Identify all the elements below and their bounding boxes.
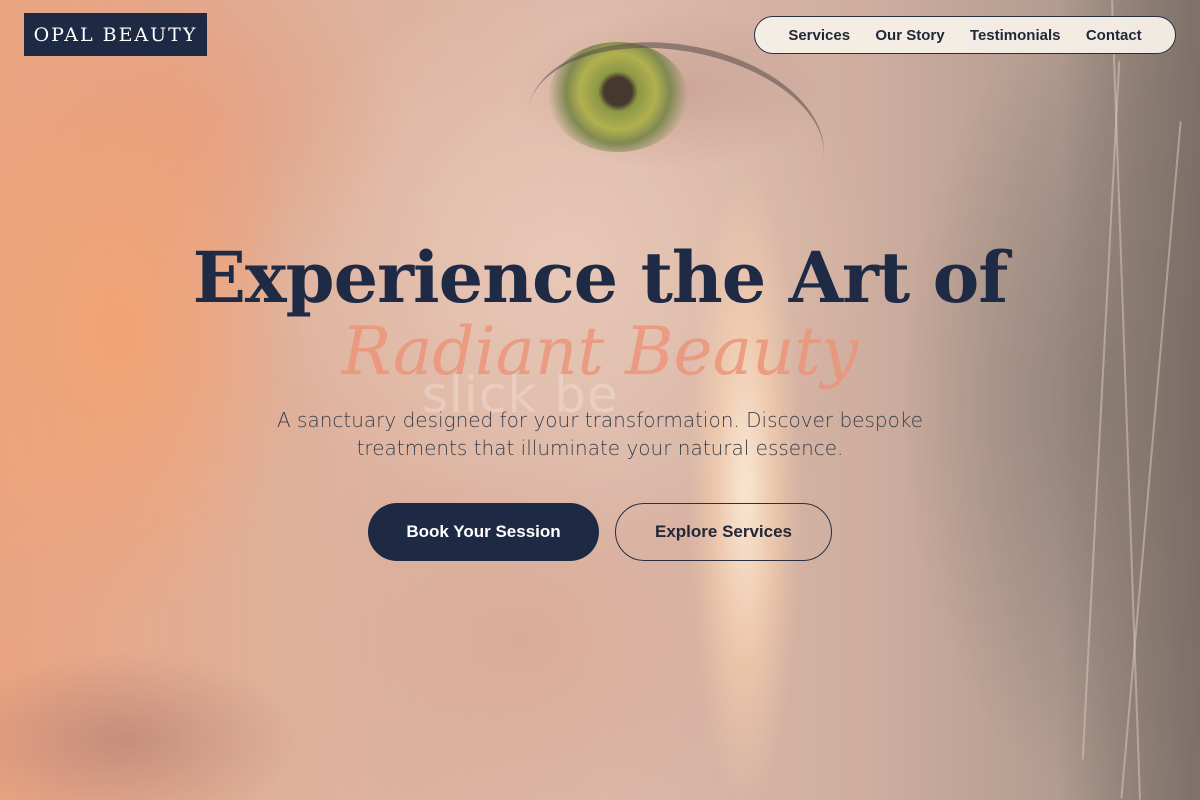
nav-link-testimonials[interactable]: Testimonials — [970, 27, 1061, 44]
brand-logo[interactable]: OPAL BEAUTY — [24, 13, 207, 56]
explore-services-button[interactable]: Explore Services — [615, 503, 832, 561]
hero-subtitle: A sanctuary designed for your transforma… — [277, 408, 923, 460]
nav-link-contact[interactable]: Contact — [1086, 27, 1142, 44]
nav-link-our-story[interactable]: Our Story — [875, 27, 944, 44]
main-navigation: Services Our Story Testimonials Contact — [754, 16, 1176, 54]
nav-link-services[interactable]: Services — [788, 27, 850, 44]
hero-title: Experience the Art of — [192, 236, 1009, 319]
book-session-button[interactable]: Book Your Session — [368, 503, 599, 561]
